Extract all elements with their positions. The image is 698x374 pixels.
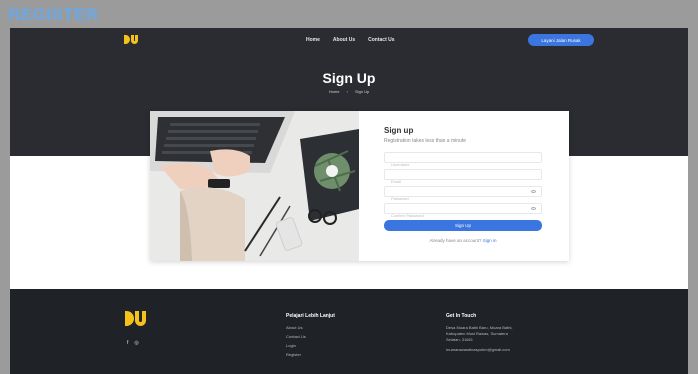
breadcrumb: Home › Sign Up [10,89,688,94]
signup-card: Sign up Registration takes less than a m… [150,111,569,261]
footer-logo[interactable] [125,311,146,326]
nav-home[interactable]: Home [306,37,320,43]
footer-link-about[interactable]: About Us [286,325,335,330]
breadcrumb-home[interactable]: Home [329,89,340,94]
footer-link-register[interactable]: Register [286,352,335,357]
footer-contact-title: Get In Touch [446,313,477,319]
window-title: REGISTER [8,5,99,24]
breadcrumb-separator: › [346,89,348,94]
footer-address-line: Kabupaten Musi Rawas, Sumatera [446,331,508,336]
footer: f ◎ Pelajari Lebih Lanjut About Us Conta… [10,289,688,374]
footer-contact: Get In Touch Desa Muara Bathi Baru, Muar… [446,313,512,356]
facebook-icon[interactable]: f [127,340,128,346]
footer-links: Pelajari Lebih Lanjut About Us Contact U… [286,313,335,361]
confirm-password-input[interactable] [385,211,541,220]
browser-page: Home About Us Contact Us Layani Jalan Ru… [10,28,688,374]
nav-contact-us[interactable]: Contact Us [368,37,394,43]
email-field[interactable] [384,169,542,186]
signin-link[interactable]: Sign in [483,238,497,243]
report-road-button[interactable]: Layani Jalan Rusak [528,34,594,46]
footer-address-line: Desa Muara Bathi Baru, Muara Bathi, [446,325,513,330]
footer-email[interactable]: muararawasdinaspuhm@gmail.com [446,347,512,352]
password-input[interactable] [385,194,541,203]
social-links: f ◎ [127,340,139,346]
page-title: Sign Up [322,70,376,86]
nav-about-us[interactable]: About Us [333,37,355,43]
breadcrumb-current: Sign Up [355,89,370,94]
signin-text: Already have an account? [429,238,482,243]
footer-links-title: Pelajari Lebih Lanjut [286,313,335,319]
site-logo[interactable] [124,35,138,44]
username-input[interactable] [385,160,541,169]
form-title: Sign up [384,126,414,135]
workspace-photo [150,111,359,261]
signup-form: Sign up Registration takes less than a m… [384,126,544,243]
main-nav: Home About Us Contact Us [306,37,395,43]
username-field[interactable] [384,152,542,169]
form-subtitle: Registration takes less than a minute [384,138,466,144]
footer-link-login[interactable]: Login [286,343,335,348]
email-input[interactable] [385,177,541,186]
signin-prompt: Already have an account? Sign in [384,238,542,243]
show-password-icon[interactable] [531,190,536,193]
password-field[interactable] [384,186,542,203]
footer-link-contact[interactable]: Contact Us [286,334,335,339]
instagram-icon[interactable]: ◎ [134,340,138,346]
signup-button[interactable]: Sign Up [384,220,542,231]
footer-address-line: Selatan, 31661 [446,337,473,342]
show-confirm-password-icon[interactable] [531,207,536,210]
confirm-password-field[interactable] [384,203,542,220]
